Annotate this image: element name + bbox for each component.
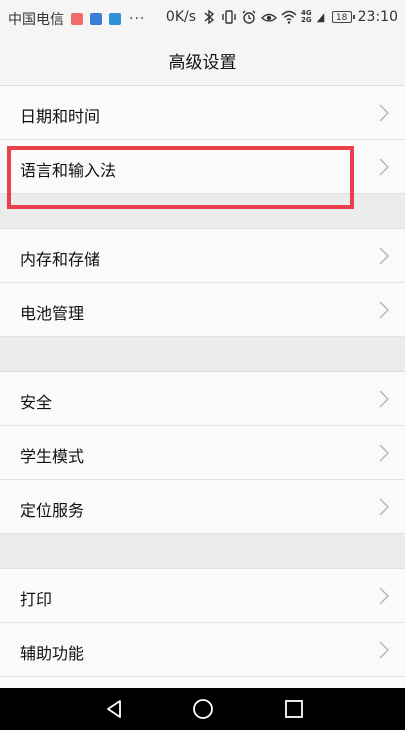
settings-item-label: 学生模式 — [20, 447, 85, 466]
settings-item-battery[interactable]: 电池管理 — [0, 283, 405, 337]
signal-icon — [316, 13, 324, 23]
chevron-right-icon — [379, 158, 389, 176]
status-left: 中国电信 ··· — [8, 9, 145, 29]
status-bar: 中国电信 ··· 0K/s 4G 2G 18 23:10 — [0, 0, 405, 36]
settings-item-label: 电池管理 — [20, 304, 85, 323]
settings-item-print[interactable]: 打印 — [0, 569, 405, 623]
navigation-bar — [0, 688, 405, 730]
chevron-right-icon — [379, 104, 389, 122]
section-divider — [0, 337, 405, 372]
clock: 23:10 — [357, 9, 398, 25]
home-button-icon[interactable] — [192, 698, 214, 720]
battery-icon: 18 — [331, 11, 355, 23]
settings-item-label: 辅助功能 — [20, 644, 85, 663]
title-bar: 高级设置 — [0, 36, 405, 86]
settings-item-location[interactable]: 定位服务 — [0, 480, 405, 534]
wifi-icon — [281, 10, 297, 24]
notification-image-icon — [109, 13, 121, 25]
section-divider — [0, 534, 405, 569]
chevron-right-icon — [379, 587, 389, 605]
eye-comfort-icon — [261, 13, 277, 22]
chevron-right-icon — [379, 301, 389, 319]
chevron-right-icon — [379, 498, 389, 516]
section-divider — [0, 194, 405, 229]
settings-item-memory-storage[interactable]: 内存和存储 — [0, 229, 405, 283]
settings-item-label: 日期和时间 — [20, 107, 101, 126]
settings-item-date-time[interactable]: 日期和时间 — [0, 86, 405, 140]
settings-item-partial[interactable] — [0, 677, 405, 688]
alarm-icon — [242, 10, 256, 24]
settings-item-label: 语言和输入法 — [20, 161, 117, 180]
settings-item-language-input[interactable]: 语言和输入法 — [0, 140, 405, 194]
settings-item-label: 安全 — [20, 393, 53, 412]
back-button-icon[interactable] — [103, 698, 125, 720]
network-speed: 0K/s — [165, 9, 197, 25]
notification-runner-icon — [90, 13, 102, 25]
settings-item-security[interactable]: 安全 — [0, 372, 405, 426]
settings-item-label: 内存和存储 — [20, 250, 101, 269]
network-type-2g: 2G — [301, 16, 312, 24]
carrier-label: 中国电信 — [8, 12, 64, 28]
chevron-right-icon — [379, 444, 389, 462]
bluetooth-icon — [204, 9, 215, 25]
settings-item-accessibility[interactable]: 辅助功能 — [0, 623, 405, 677]
recents-button-icon[interactable] — [283, 698, 305, 720]
vibrate-icon — [222, 10, 236, 24]
notification-app-icon — [71, 13, 83, 25]
more-notifications-icon: ··· — [129, 11, 146, 27]
status-right: 0K/s 4G 2G 18 23:10 — [166, 9, 398, 25]
settings-list: 日期和时间 语言和输入法 内存和存储 电池管理 安全 学生模式 定位服务 打印 … — [0, 86, 405, 688]
network-type: 4G 2G — [301, 10, 312, 24]
settings-item-student-mode[interactable]: 学生模式 — [0, 426, 405, 480]
chevron-right-icon — [379, 247, 389, 265]
settings-item-label: 打印 — [20, 590, 53, 609]
chevron-right-icon — [379, 390, 389, 408]
settings-item-label: 定位服务 — [20, 501, 85, 520]
chevron-right-icon — [379, 641, 389, 659]
page-title: 高级设置 — [168, 53, 237, 73]
